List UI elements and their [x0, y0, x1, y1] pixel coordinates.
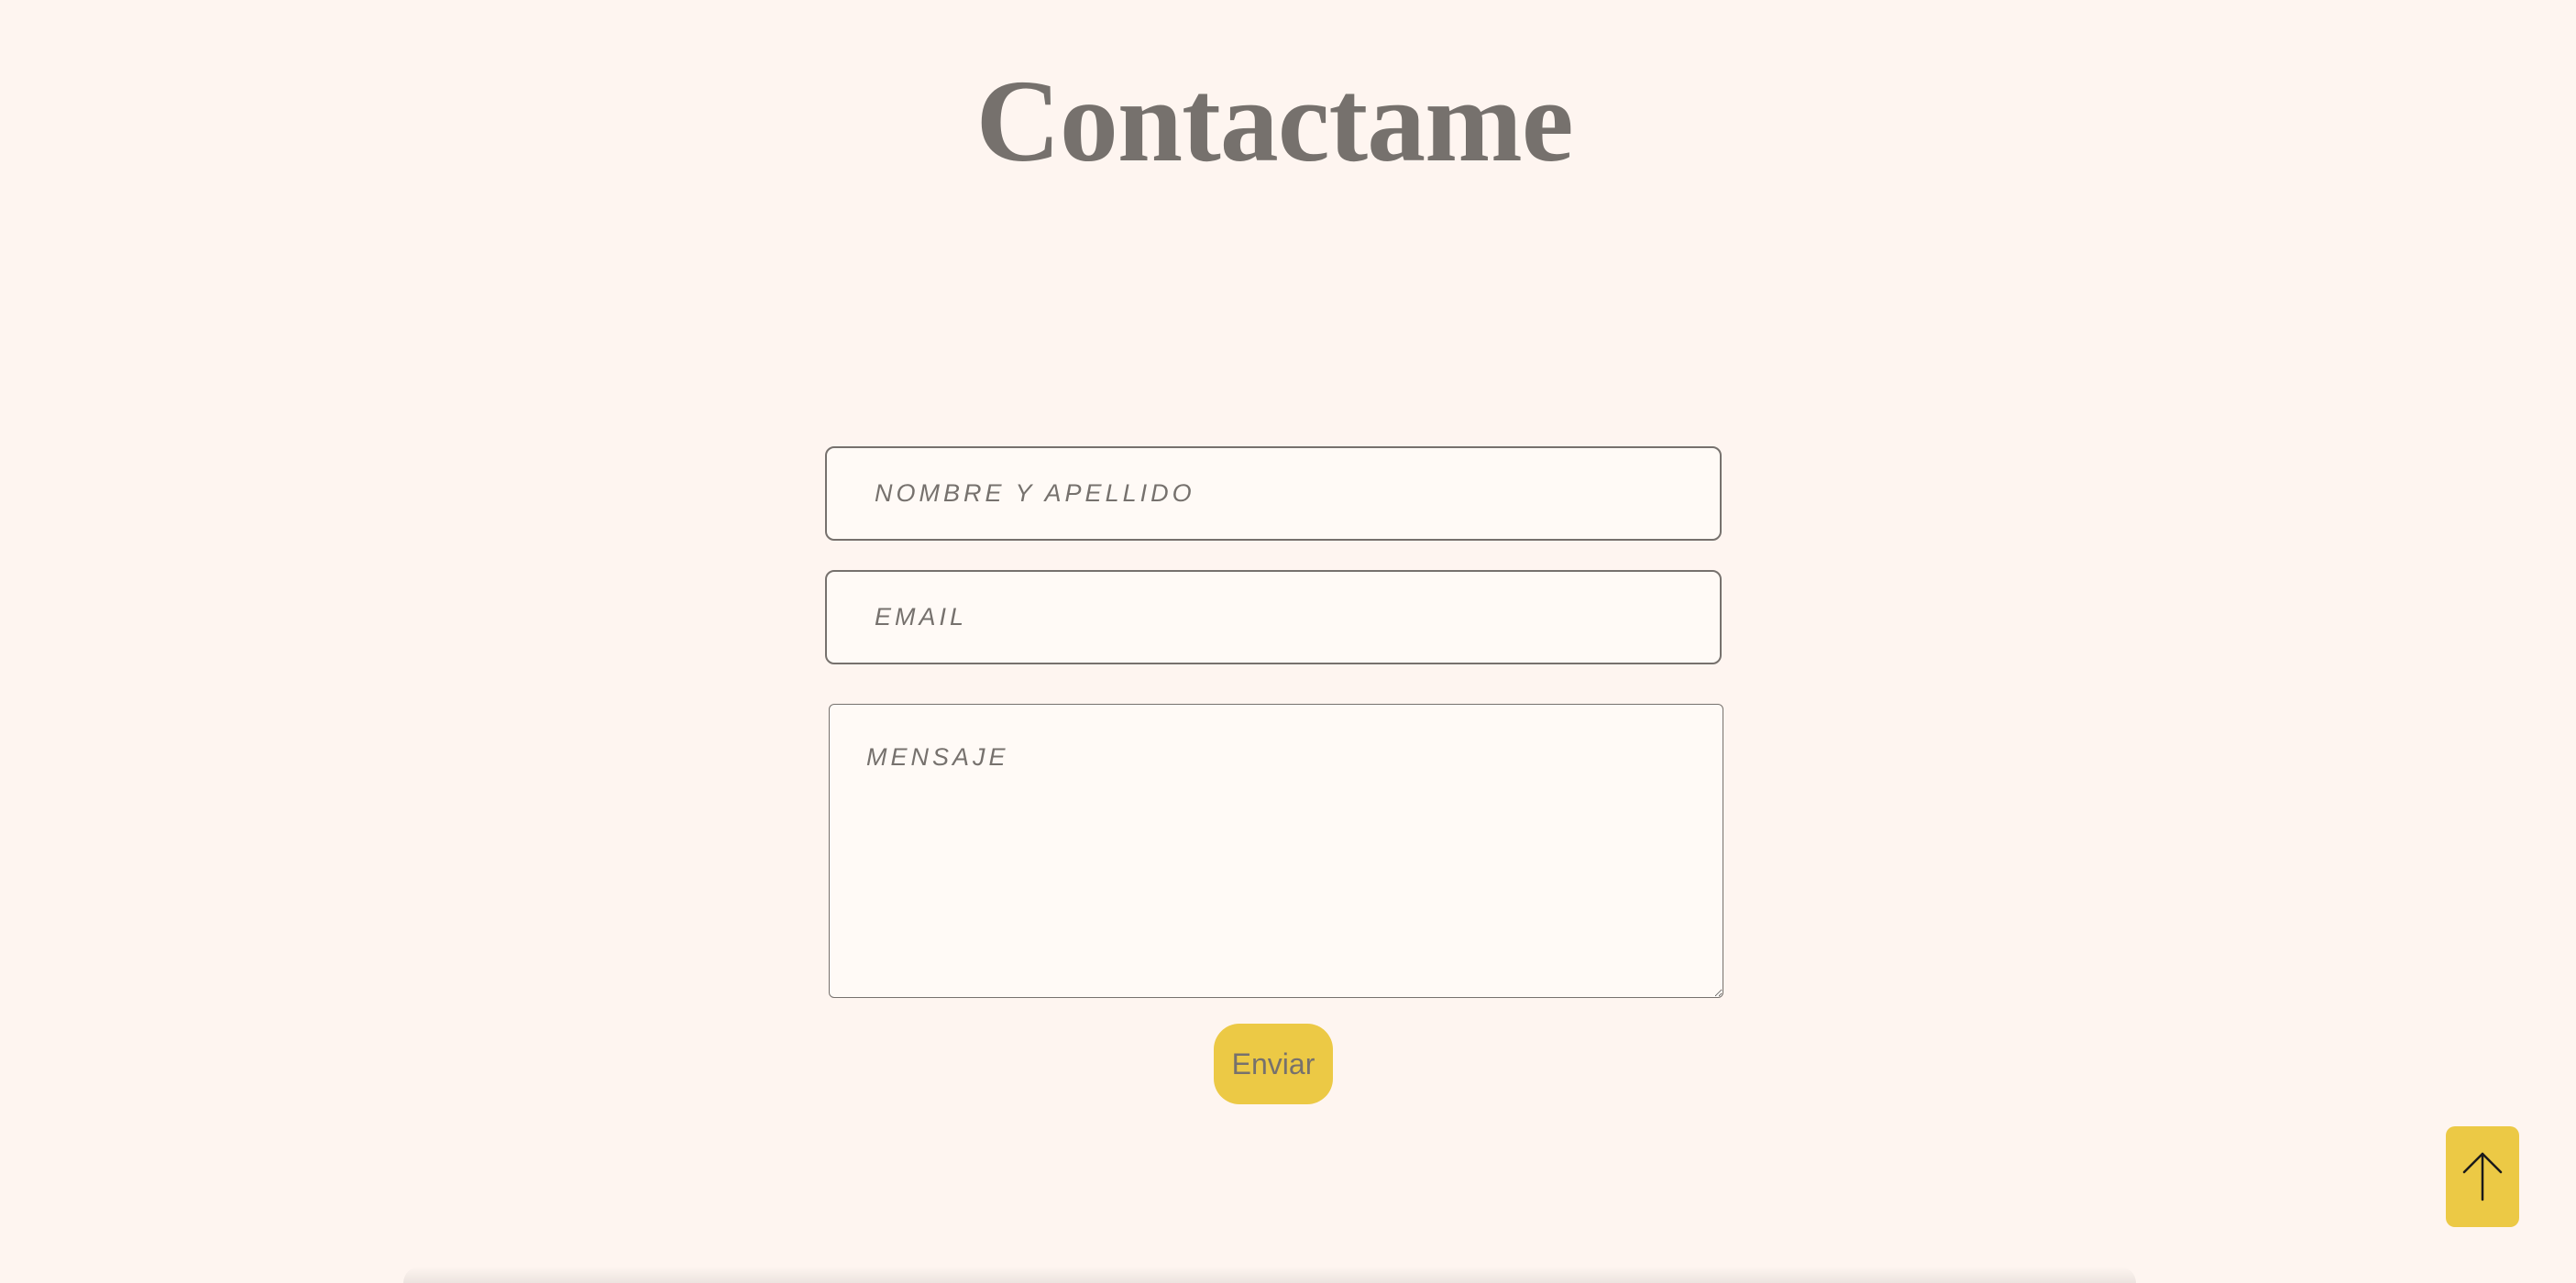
name-field[interactable]	[825, 446, 1722, 541]
footer-shadow	[403, 1267, 2136, 1283]
submit-button[interactable]: Enviar	[1214, 1024, 1333, 1104]
arrow-up-icon	[2460, 1146, 2505, 1208]
scroll-top-button[interactable]	[2446, 1126, 2519, 1227]
email-field[interactable]	[825, 570, 1722, 664]
contact-form: Enviar	[0, 0, 2576, 1283]
message-field[interactable]	[829, 704, 1723, 998]
